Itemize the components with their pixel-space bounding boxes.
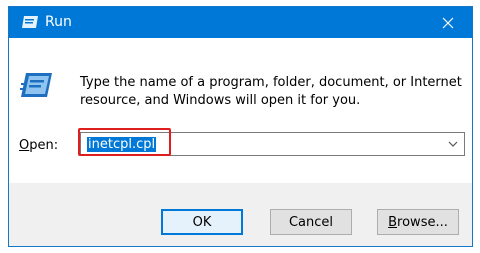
browse-label: rowse... [397,214,448,230]
dialog-description: Type the name of a program, folder, docu… [80,75,462,108]
browse-button[interactable]: Browse... [377,209,459,235]
open-label-mnemonic: O [19,138,30,153]
open-label: Open: [19,138,58,153]
cancel-button[interactable]: Cancel [270,209,352,235]
open-label-text: pen: [29,138,59,153]
window-title: Run [45,14,72,30]
close-button[interactable] [426,7,470,38]
browse-mnemonic: B [388,214,398,230]
title-bar[interactable]: Run [9,7,472,38]
close-icon [442,17,454,28]
open-combobox[interactable]: inetcpl.cpl [80,132,465,156]
ok-button[interactable]: OK [161,209,243,235]
run-icon [22,16,38,28]
dialog-body: Type the name of a program, folder, docu… [9,38,472,183]
run-dialog: Run Type the name of a program, folder, … [8,6,473,247]
run-icon [20,73,52,97]
button-bar: OK Cancel Browse... [9,183,472,246]
open-input[interactable]: inetcpl.cpl [87,137,157,152]
chevron-down-icon[interactable] [446,137,460,151]
